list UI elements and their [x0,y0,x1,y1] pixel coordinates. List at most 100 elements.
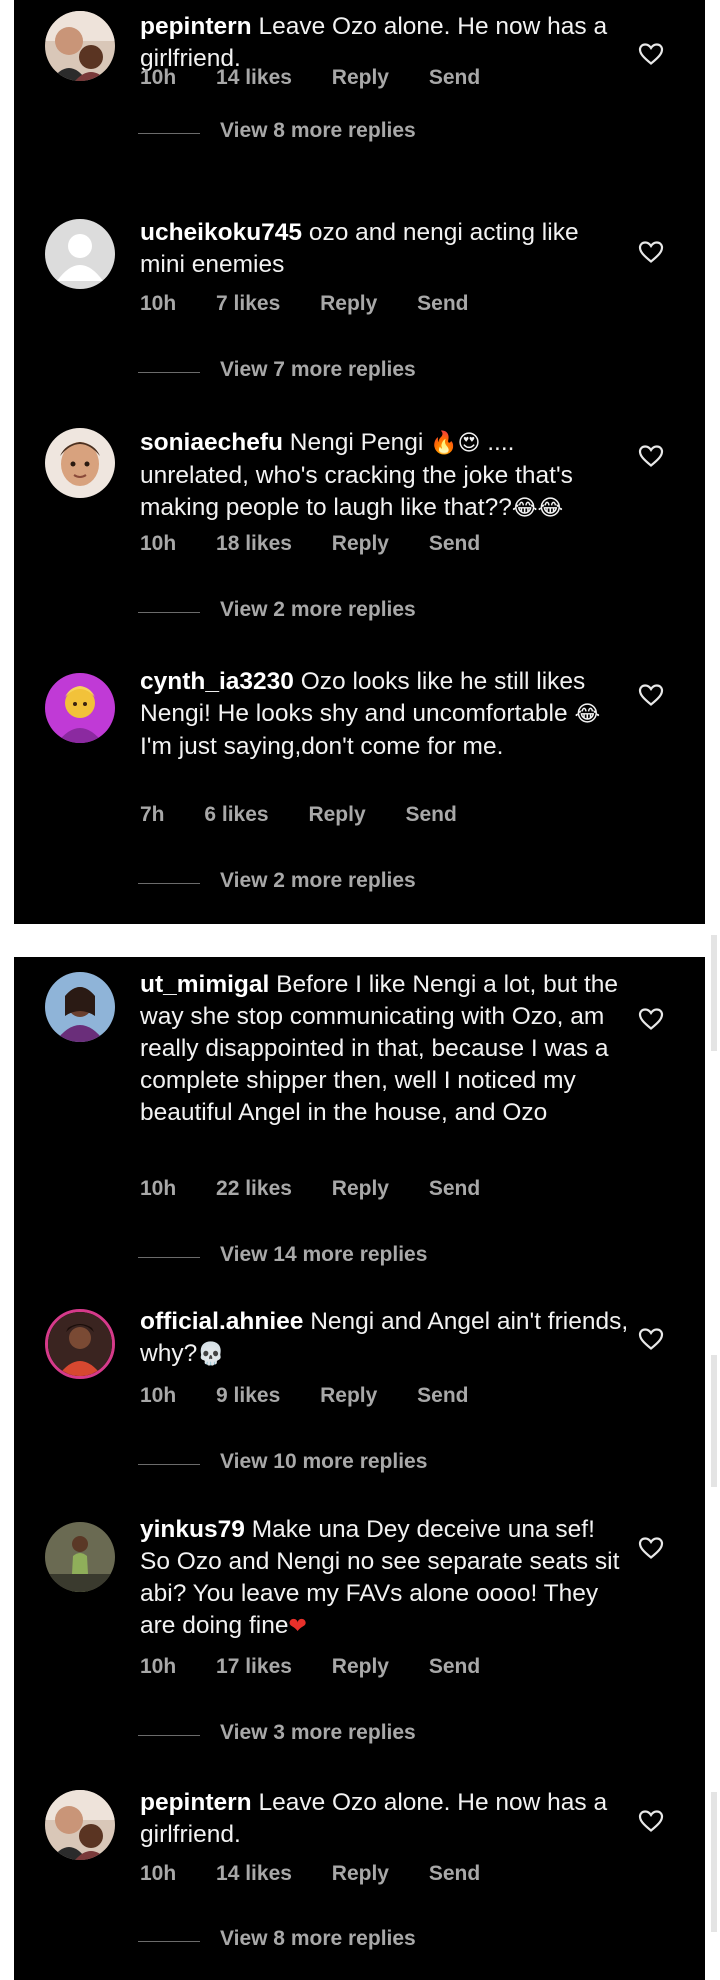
avatar[interactable] [45,428,115,498]
likes-count[interactable]: 14 likes [216,1862,292,1886]
comment-meta: 10h 14 likes Reply Send [140,66,514,90]
reply-divider [138,1257,200,1258]
view-replies[interactable]: View 8 more replies [14,119,705,147]
comment-meta: 10h 9 likes Reply Send [140,1384,502,1408]
avatar[interactable] [45,1309,115,1379]
reply-button[interactable]: Reply [332,1862,389,1886]
view-replies[interactable]: View 14 more replies [14,1243,705,1271]
username[interactable]: pepintern [140,13,252,40]
heart-outline-icon[interactable] [638,1536,664,1560]
fire-heart-eyes-emoji: 🔥😍 [430,431,481,456]
timestamp: 7h [140,803,165,826]
likes-count[interactable]: 17 likes [216,1655,292,1679]
page-edge-mark [711,935,717,1051]
comment: pepintern Leave Ozo alone. He now has a … [14,1787,705,1967]
send-button[interactable]: Send [429,1862,480,1886]
laughing-emoji: 😂😂 [511,496,564,521]
comments-screenshot-top: pepintern Leave Ozo alone. He now has a … [14,0,705,924]
heart-outline-icon[interactable] [638,1007,664,1031]
likes-count[interactable]: 6 likes [204,803,268,827]
reply-button[interactable]: Reply [332,532,389,556]
reply-divider [138,133,200,134]
reply-divider [138,1941,200,1942]
reply-divider [138,883,200,884]
comment: cynth_ia3230 Ozo looks like he still lik… [14,666,705,896]
comment: ucheikoku745 ozo and nengi acting like m… [14,217,705,381]
view-replies[interactable]: View 2 more replies [14,598,705,626]
timestamp: 10h [140,292,177,315]
skull-emoji: 💀 [197,1342,225,1367]
username[interactable]: cynth_ia3230 [140,668,294,695]
reply-button[interactable]: Reply [332,1655,389,1679]
comment-meta: 10h 7 likes Reply Send [140,292,502,316]
heart-outline-icon[interactable] [638,444,664,468]
view-replies[interactable]: View 8 more replies [14,1927,705,1955]
comment-meta: 7h 6 likes Reply Send [140,803,491,827]
send-button[interactable]: Send [429,532,480,556]
reply-divider [138,1735,200,1736]
reply-divider [138,612,200,613]
comments-screenshot-bottom: ut_mimigal Before I like Nengi a lot, bu… [14,957,705,1980]
comment: yinkus79 Make una Dey deceive una sef! S… [14,1514,705,1764]
comment-meta: 10h 22 likes Reply Send [140,1177,514,1201]
send-button[interactable]: Send [417,1384,468,1408]
reply-button[interactable]: Reply [320,292,377,316]
avatar[interactable] [45,1790,115,1860]
send-button[interactable]: Send [429,1655,480,1679]
timestamp: 10h [140,1177,177,1200]
comment-meta: 10h 17 likes Reply Send [140,1655,514,1679]
timestamp: 10h [140,1862,177,1885]
username[interactable]: yinkus79 [140,1516,245,1543]
page-edge-mark [711,1355,717,1487]
avatar[interactable] [45,972,115,1042]
view-replies[interactable]: View 7 more replies [14,358,705,386]
heart-outline-icon[interactable] [638,1327,664,1351]
username[interactable]: official.ahniee [140,1308,303,1335]
comment: official.ahniee Nengi and Angel ain't fr… [14,1306,705,1486]
likes-count[interactable]: 7 likes [216,292,280,316]
heart-outline-icon[interactable] [638,683,664,707]
reply-divider [138,372,200,373]
timestamp: 10h [140,532,177,555]
reply-button[interactable]: Reply [308,803,365,827]
send-button[interactable]: Send [417,292,468,316]
view-replies[interactable]: View 3 more replies [14,1721,705,1749]
avatar[interactable] [45,219,115,289]
comment-text: Nengi Pengi [289,429,424,456]
comment-meta: 10h 18 likes Reply Send [140,532,514,556]
comment-text-continued: I'm just saying,don't come for me. [140,733,504,760]
comment-meta: 10h 14 likes Reply Send [140,1862,514,1886]
timestamp: 10h [140,1384,177,1407]
username[interactable]: pepintern [140,1789,252,1816]
heart-outline-icon[interactable] [638,42,664,66]
timestamp: 10h [140,1655,177,1678]
comment: ut_mimigal Before I like Nengi a lot, bu… [14,969,705,1266]
reply-button[interactable]: Reply [332,66,389,90]
reply-divider [138,1464,200,1465]
username[interactable]: ut_mimigal [140,971,269,998]
view-replies[interactable]: View 10 more replies [14,1450,705,1478]
username[interactable]: soniaechefu [140,429,283,456]
reply-button[interactable]: Reply [332,1177,389,1201]
likes-count[interactable]: 9 likes [216,1384,280,1408]
comment: pepintern Leave Ozo alone. He now has a … [14,11,705,171]
comment: soniaechefu Nengi Pengi 🔥😍 .... unrelate… [14,427,705,627]
reply-button[interactable]: Reply [320,1384,377,1408]
heart-outline-icon[interactable] [638,1809,664,1833]
send-button[interactable]: Send [429,1177,480,1201]
avatar[interactable] [45,11,115,81]
likes-count[interactable]: 18 likes [216,532,292,556]
avatar[interactable] [45,1522,115,1592]
send-button[interactable]: Send [405,803,456,827]
avatar[interactable] [45,673,115,743]
send-button[interactable]: Send [429,66,480,90]
heart-outline-icon[interactable] [638,240,664,264]
view-replies[interactable]: View 2 more replies [14,869,705,897]
page-edge-mark [711,1792,717,1932]
red-heart-emoji: ❤ [288,1614,307,1639]
laughing-emoji: 😂 [574,702,601,727]
username[interactable]: ucheikoku745 [140,219,302,246]
timestamp: 10h [140,66,177,89]
likes-count[interactable]: 22 likes [216,1177,292,1201]
likes-count[interactable]: 14 likes [216,66,292,90]
